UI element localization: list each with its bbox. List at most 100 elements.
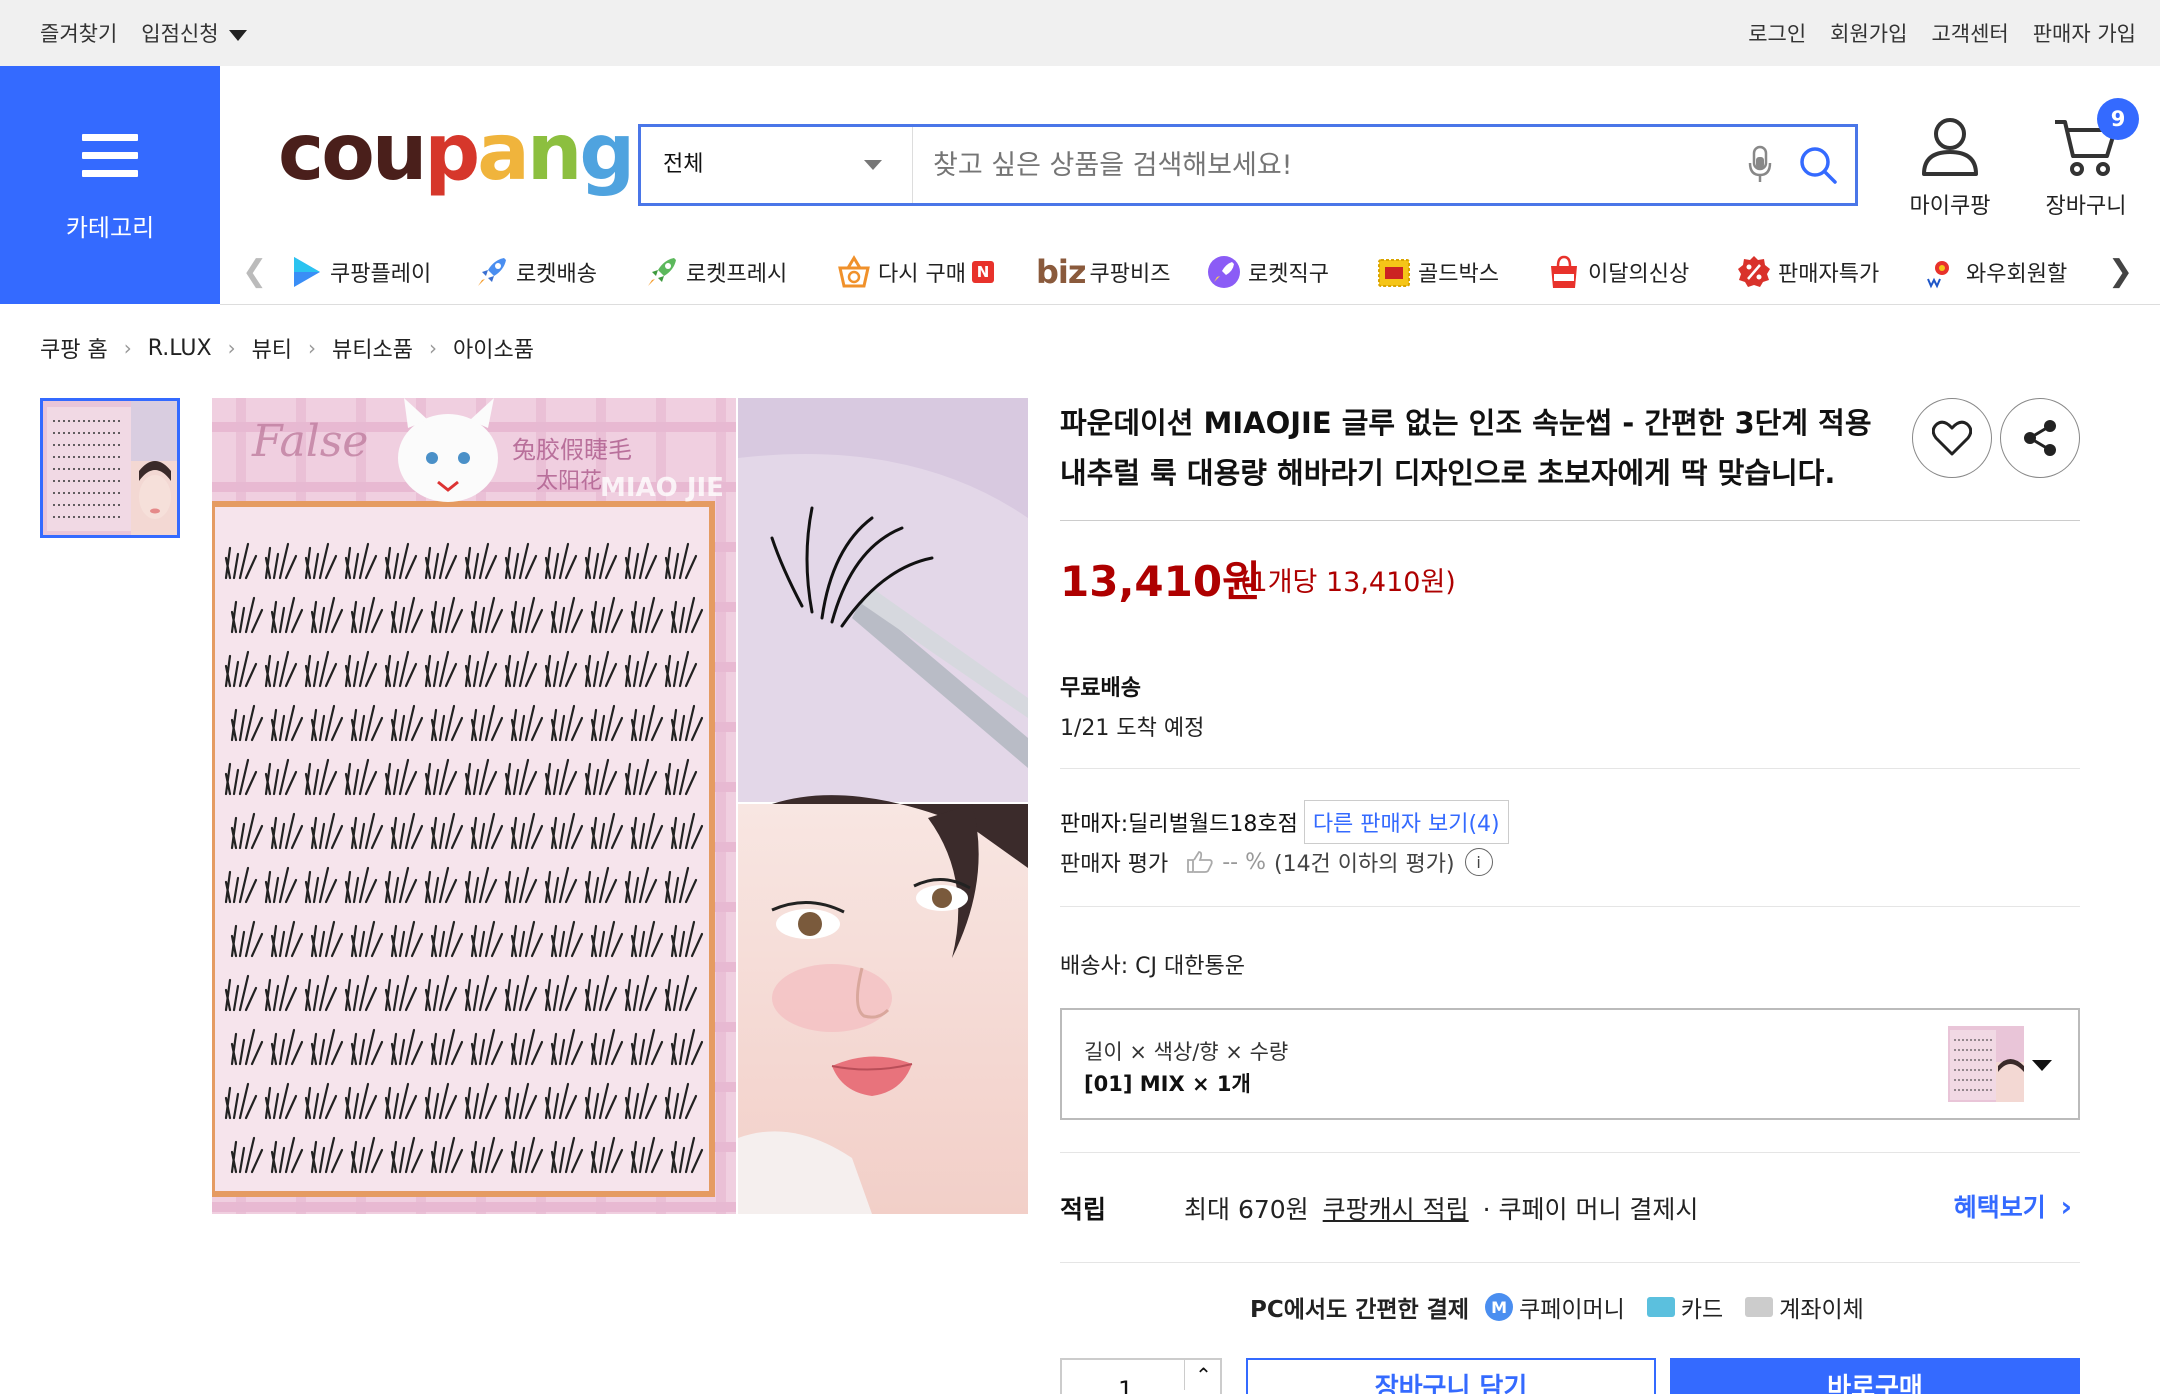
search-icon xyxy=(1800,147,1837,184)
coupay-money-icon: M xyxy=(1485,1293,1514,1321)
breadcrumb-item[interactable]: 아이소품 xyxy=(453,332,534,364)
thumbnail-image xyxy=(43,401,177,535)
chevron-right-icon: › xyxy=(227,336,236,360)
thumbs-up-icon xyxy=(1187,851,1213,873)
category-button[interactable]: 카테고리 xyxy=(0,66,220,304)
new-bag-icon xyxy=(1551,255,1577,288)
chevron-right-icon: › xyxy=(429,336,438,360)
product-image-graphic: False 兔胶假睫毛 太阳花 MIAO JIE xyxy=(212,398,1028,1214)
payment-method-label: 계좌이체 xyxy=(1779,1297,1864,1323)
quantity-up-icon[interactable]: ⌃ xyxy=(1184,1360,1222,1390)
top-utility-bar: 즐겨찾기 입점신청 로그인 회원가입 고객센터 판매자 가입 xyxy=(0,0,2160,66)
payment-method-label: 카드 xyxy=(1680,1297,1724,1323)
coupang-logo[interactable]: coupang xyxy=(278,108,635,198)
seller-signup-link[interactable]: 판매자 가입 xyxy=(2033,18,2136,48)
svc-item-biz[interactable]: biz 쿠팡비즈 xyxy=(1036,252,1170,292)
reward-label: 적립 xyxy=(1060,1195,1107,1224)
info-icon[interactable]: i xyxy=(1464,848,1493,876)
chevron-right-icon: › xyxy=(123,336,132,360)
breadcrumb-item[interactable]: 뷰티 xyxy=(252,332,292,364)
reward-info: 최대 670원 쿠팡캐시 적립 · 쿠페이 머니 결제시 xyxy=(1184,1190,1698,1226)
svc-item-seller-deal[interactable]: 판매자특가 xyxy=(1736,252,1879,292)
share-button[interactable] xyxy=(2000,398,2080,478)
heart-icon xyxy=(1932,420,1972,456)
search-input[interactable] xyxy=(913,127,1731,203)
breadcrumb-item[interactable]: 뷰티소품 xyxy=(332,332,413,364)
svc-item-new-arrivals[interactable]: 이달의신상 xyxy=(1546,252,1689,292)
image-cn-text-1: 兔胶假睫毛 xyxy=(512,436,632,464)
benefit-link-label: 혜택보기 xyxy=(1953,1193,2046,1222)
svc-item-rocket[interactable]: 로켓배송 xyxy=(474,252,597,292)
product-thumbnail[interactable] xyxy=(40,398,180,538)
option-select[interactable]: 길이 × 색상/향 × 수량 [01] MIX × 1개 xyxy=(1060,1008,2080,1120)
category-label: 카테고리 xyxy=(65,214,155,242)
header-divider xyxy=(220,304,2160,305)
option-value: [01] MIX × 1개 xyxy=(1084,1072,1251,1096)
cart-button[interactable]: 9 장바구니 xyxy=(2016,98,2156,220)
product-price: 13,410원 xyxy=(1060,557,1261,606)
product-title-line: 내추럴 룩 대용량 해바라기 디자인으로 초보자에게 딱 맞습니다. xyxy=(1060,456,1836,490)
search-category-select[interactable]: 전체 xyxy=(641,127,913,203)
image-script-text: False xyxy=(251,416,368,467)
payment-transfer: 계좌이체 xyxy=(1745,1290,1864,1324)
svc-label: 쿠팡플레이 xyxy=(330,262,432,287)
product-title: 파운데이션 MIAOJIE 글루 없는 인조 속눈썹 - 간편한 3단계 적용 … xyxy=(1060,398,1880,498)
svc-item-goldbox[interactable]: 골드박스 xyxy=(1376,252,1499,292)
my-coupang-label: 마이쿠팡 xyxy=(1909,194,1991,219)
payment-methods: PC에서도 간편한 결제 M 쿠페이머니 카드 계좌이체 xyxy=(1250,1290,1886,1324)
reward-max: 최대 670원 xyxy=(1184,1195,1309,1224)
search-category-value: 전체 xyxy=(663,152,704,177)
svc-label: 로켓직구 xyxy=(1248,262,1329,287)
payment-coupay: M 쿠페이머니 xyxy=(1485,1290,1625,1324)
quantity-value: 1 xyxy=(1118,1376,1134,1394)
svc-item-play[interactable]: 쿠팡플레이 xyxy=(288,252,431,292)
nav-next-icon[interactable]: ❯ xyxy=(2108,254,2133,289)
logo-letter: o xyxy=(321,108,375,198)
play-icon xyxy=(294,257,320,287)
customer-center-link[interactable]: 고객센터 xyxy=(1931,18,2008,48)
benefit-link[interactable]: 혜택보기 › xyxy=(1954,1188,2072,1224)
my-coupang-button[interactable]: 마이쿠팡 xyxy=(1880,116,2020,220)
buy-now-button[interactable]: 바로구매 xyxy=(1670,1358,2080,1394)
svc-label: 와우회원할 xyxy=(1966,262,2068,287)
signup-link[interactable]: 회원가입 xyxy=(1830,18,1907,48)
chevron-down-icon xyxy=(228,29,247,41)
svc-item-rocket-fresh[interactable]: 로켓프레시 xyxy=(644,252,787,292)
coupang-cash-link[interactable]: 쿠팡캐시 적립 xyxy=(1323,1190,1469,1226)
other-sellers-button[interactable]: 다른 판매자 보기(4) xyxy=(1303,800,1509,844)
delivery-eta: 1/21 도착 예정 xyxy=(1060,716,1205,741)
rocket-fresh-icon xyxy=(648,258,676,286)
carrier: 배송사: CJ 대한통운 xyxy=(1060,954,1245,979)
new-badge: N xyxy=(971,261,994,283)
chevron-down-icon xyxy=(864,160,882,170)
cart-label: 장바구니 xyxy=(2045,194,2127,219)
seller-rating-row: 판매자 평가 -- % (14건 이하의 평가) i xyxy=(1060,846,1493,878)
payment-card: 카드 xyxy=(1646,1290,1724,1324)
login-link[interactable]: 로그인 xyxy=(1748,18,1806,48)
reward-condition: · 쿠페이 머니 결제시 xyxy=(1482,1195,1699,1224)
product-main-image[interactable]: False 兔胶假睫毛 太阳花 MIAO JIE xyxy=(212,398,1028,1214)
breadcrumb-item[interactable]: 쿠팡 홈 xyxy=(40,332,108,364)
svc-item-wow[interactable]: 와우회원할 xyxy=(1924,252,2090,292)
svc-item-rocket-global[interactable]: 로켓직구 xyxy=(1206,252,1329,292)
voice-search-button[interactable] xyxy=(1731,127,1789,203)
quantity-stepper[interactable]: 1 ⌃ xyxy=(1060,1358,1222,1394)
svc-label: 로켓배송 xyxy=(516,262,597,287)
seller-apply-link[interactable]: 입점신청 xyxy=(141,18,247,48)
image-brand-text: MIAO JIE xyxy=(600,473,724,503)
rocket-icon xyxy=(478,258,506,286)
nav-prev-icon[interactable]: ❮ xyxy=(242,254,267,289)
seller-name: 판매자:딜리벌월드18호점 xyxy=(1060,812,1298,837)
wishlist-button[interactable] xyxy=(1912,398,1992,478)
bookmark-link[interactable]: 즐겨찾기 xyxy=(40,18,117,48)
option-label: 길이 × 색상/향 × 수량 xyxy=(1084,1040,1289,1064)
search-button[interactable] xyxy=(1789,127,1847,203)
add-to-cart-button[interactable]: 장바구니 담기 xyxy=(1246,1358,1656,1394)
hamburger-icon xyxy=(82,134,138,178)
breadcrumb-item[interactable]: R.LUX xyxy=(148,336,212,361)
svc-item-rebuy[interactable]: 다시 구매 N xyxy=(836,252,994,292)
free-shipping-label: 무료배송 xyxy=(1060,676,1141,701)
logo-letter: n xyxy=(526,108,583,198)
seller-rating-score: -- % xyxy=(1222,849,1266,875)
percent-icon xyxy=(1738,256,1770,287)
